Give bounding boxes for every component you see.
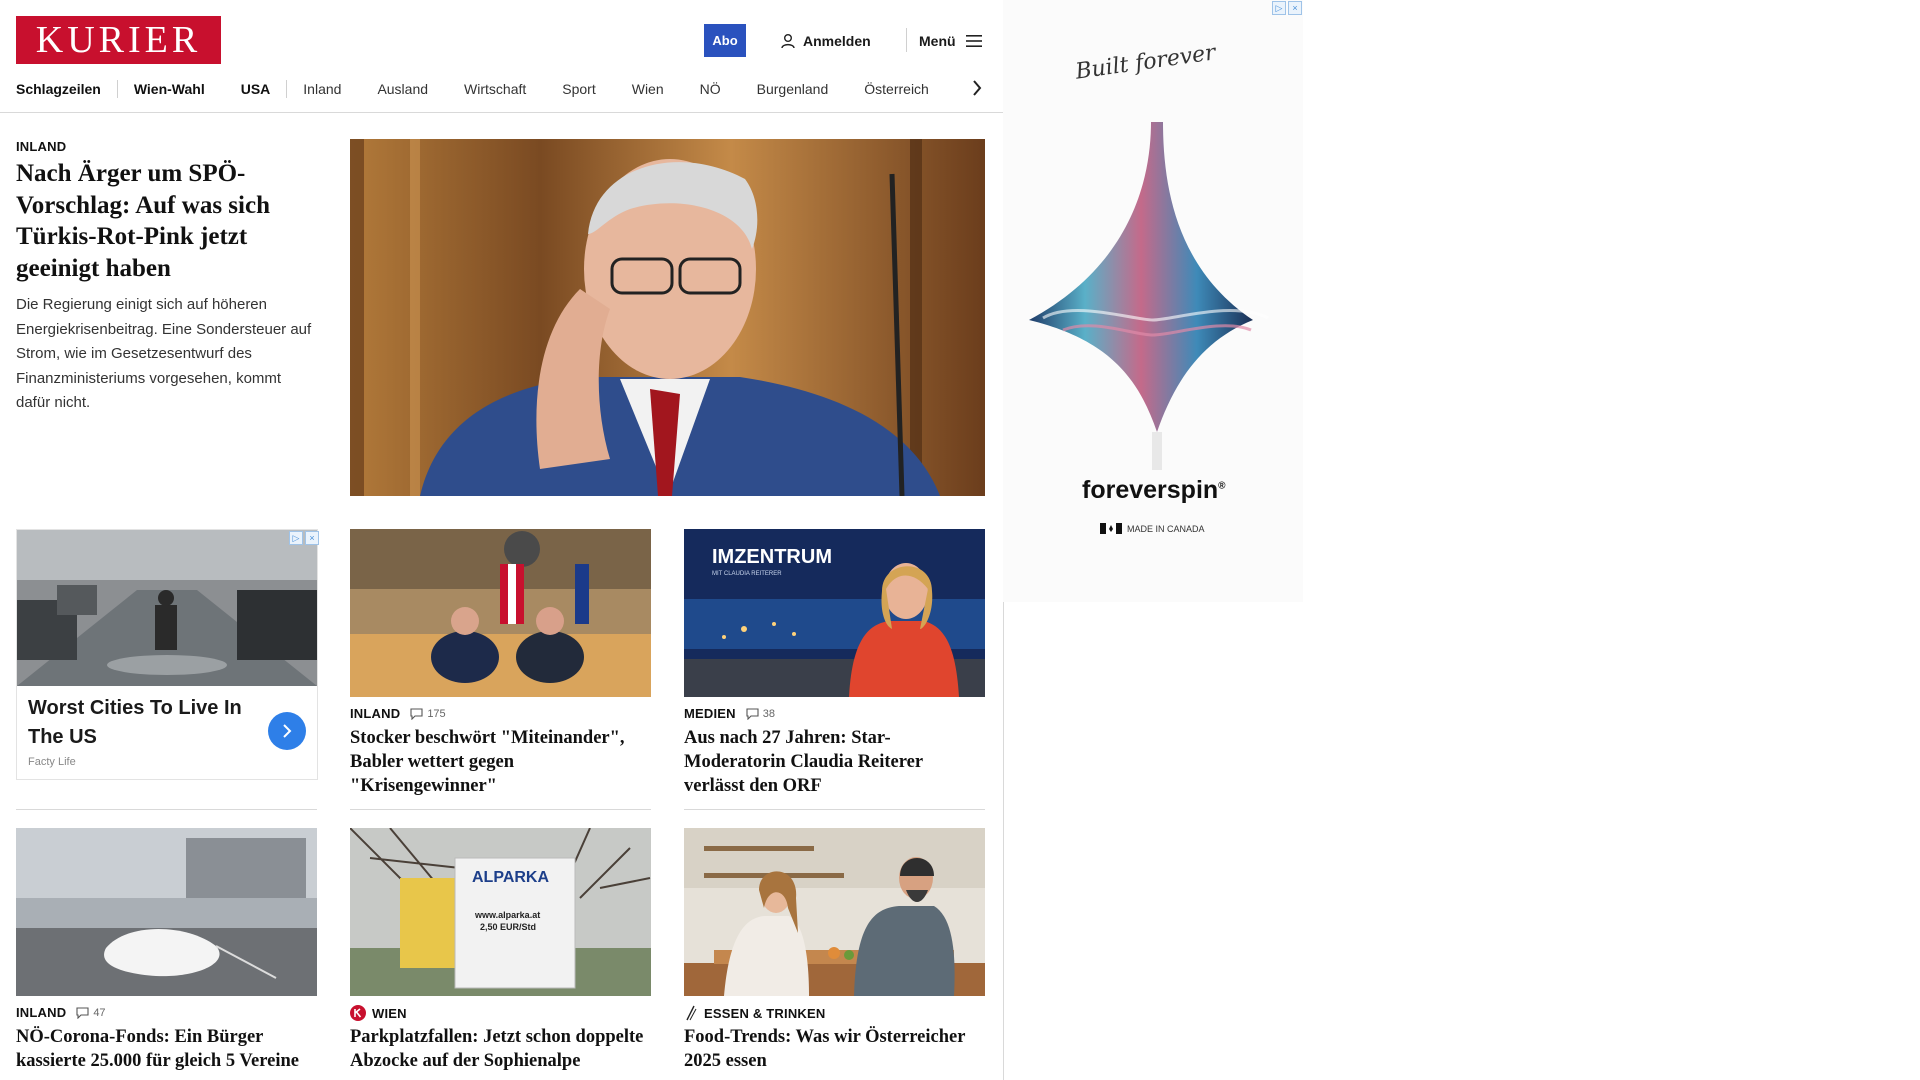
menu-button[interactable]: Menü [919, 24, 982, 57]
close-icon: × [305, 531, 319, 545]
adchoices-info-icon: ▷ [1272, 1, 1286, 15]
spinning-top-image [1029, 122, 1269, 470]
article-headline[interactable]: NÖ-Corona-Fonds: Ein Bürger kassierte 25… [16, 1025, 316, 1073]
hamburger-icon [965, 34, 982, 47]
article-section-label[interactable]: WIEN [372, 1006, 407, 1021]
im-zentrum-logo: IMZENTRUM [712, 546, 832, 568]
im-zentrum-subtitle: MIT CLAUDIA REITERER [712, 571, 782, 577]
article-image-kitchen[interactable] [684, 828, 985, 996]
nav-divider-line [0, 112, 1003, 113]
food-icon [686, 1005, 697, 1021]
ad-open-button[interactable] [268, 712, 306, 750]
comment-count-value: 175 [427, 707, 446, 720]
hero-section-label[interactable]: INLAND [16, 139, 66, 154]
ad-brand: foreverspin® [1082, 476, 1226, 505]
comment-count[interactable]: 38 [746, 708, 775, 720]
article-meta: INLAND 47 [16, 1005, 106, 1020]
ad-source: Facty Life [28, 756, 76, 768]
nav-item-usa[interactable]: USA [241, 81, 271, 97]
section-nav: Schlagzeilen Wien-Wahl USA Inland Auslan… [16, 78, 991, 100]
article-headline[interactable]: Aus nach 27 Jahren: Star-Moderatorin Cla… [684, 726, 984, 798]
menu-label: Menü [919, 32, 956, 49]
article-meta: ESSEN & TRINKEN [684, 1005, 825, 1021]
article-headline[interactable]: Stocker beschwört "Miteinander", Babler … [350, 726, 650, 798]
ad-made-in-label: MADE IN CANADA [1127, 523, 1205, 534]
row-divider [350, 809, 651, 810]
ad-image [17, 530, 317, 686]
ad-brand-name: foreverspin [1082, 476, 1219, 504]
nav-item-noe[interactable]: NÖ [700, 81, 721, 97]
hero-headline[interactable]: Nach Ärger um SPÖ-Vorschlag: Auf was sic… [16, 158, 316, 284]
parking-sign-url: www.alparka.at [474, 910, 540, 920]
kurier-plus-icon [350, 1005, 366, 1021]
article-image-parking-sign[interactable]: ALPARKA www.alparka.at 2,50 EUR/Std [350, 828, 651, 996]
adchoices-icon[interactable]: ▷ × [1272, 1, 1302, 15]
nav-item-wien-wahl[interactable]: Wien-Wahl [134, 81, 205, 97]
comment-count-value: 38 [762, 707, 776, 720]
nav-divider [286, 80, 288, 98]
article-section-label[interactable]: MEDIEN [684, 706, 736, 721]
logo-text: KURIER [35, 19, 202, 61]
nav-divider [116, 80, 118, 98]
parking-sign-brand: ALPARKA [472, 869, 549, 886]
nav-item-wien[interactable]: Wien [632, 81, 664, 97]
article-section-label[interactable]: INLAND [16, 1005, 66, 1020]
display-ad-foreverspin[interactable] [1003, 0, 1303, 602]
user-icon [781, 33, 795, 48]
login-button[interactable]: Anmelden [780, 24, 871, 57]
nav-item-sport[interactable]: Sport [562, 81, 595, 97]
article-meta: INLAND 175 [350, 706, 446, 721]
article-section-label[interactable]: INLAND [350, 706, 400, 721]
article-headline[interactable]: Food-Trends: Was wir Österreicher 2025 e… [684, 1025, 984, 1073]
kurier-logo[interactable]: KURIER [16, 16, 221, 64]
login-label: Anmelden [803, 32, 871, 49]
ad-made-in: MADE IN CANADA [1100, 523, 1205, 534]
comment-count-value: 47 [93, 1006, 106, 1019]
row-divider [684, 809, 985, 810]
chevron-right-icon [973, 80, 982, 96]
nav-item-ausland[interactable]: Ausland [377, 81, 428, 97]
nav-item-oesterreich[interactable]: Österreich [864, 81, 929, 97]
canada-flag-icon [1100, 523, 1122, 534]
parking-sign-price: 2,50 EUR/Std [480, 922, 536, 932]
comment-icon [746, 707, 759, 720]
hero-image[interactable] [350, 139, 985, 496]
article-headline[interactable]: Parkplatzfallen: Jetzt schon doppelte Ab… [350, 1025, 650, 1073]
ad-brand-trademark: ® [1218, 480, 1226, 492]
article-image-mask[interactable] [16, 828, 317, 996]
comment-count[interactable]: 47 [76, 1006, 106, 1019]
comment-icon [76, 1006, 89, 1019]
subscribe-button[interactable]: Abo [704, 24, 746, 57]
article-image-im-zentrum[interactable]: IMZENTRUM MIT CLAUDIA REITERER [684, 529, 985, 697]
article-meta: MEDIEN 38 [684, 706, 775, 721]
comment-count[interactable]: 175 [410, 707, 446, 720]
nav-item-burgenland[interactable]: Burgenland [757, 81, 829, 97]
nav-item-inland[interactable]: Inland [303, 81, 341, 97]
ad-headline[interactable]: Worst Cities To Live In The US [28, 694, 258, 751]
article-image-parliament[interactable] [350, 529, 651, 697]
article-meta: WIEN [350, 1005, 407, 1021]
nav-scroll-right-button[interactable] [966, 76, 988, 100]
adchoices-icon[interactable]: ▷ × [289, 531, 319, 545]
hero-teaser: Die Regierung einigt sich auf höheren En… [16, 296, 312, 411]
comment-icon [410, 707, 423, 720]
article-section-label[interactable]: ESSEN & TRINKEN [704, 1006, 825, 1021]
close-icon: × [1288, 1, 1302, 15]
nav-item-wirtschaft[interactable]: Wirtschaft [464, 81, 526, 97]
nav-item-schlagzeilen[interactable]: Schlagzeilen [16, 81, 101, 97]
chevron-right-icon [283, 724, 292, 738]
adchoices-info-icon: ▷ [289, 531, 303, 545]
header-divider [906, 28, 907, 52]
row-divider [16, 809, 317, 810]
